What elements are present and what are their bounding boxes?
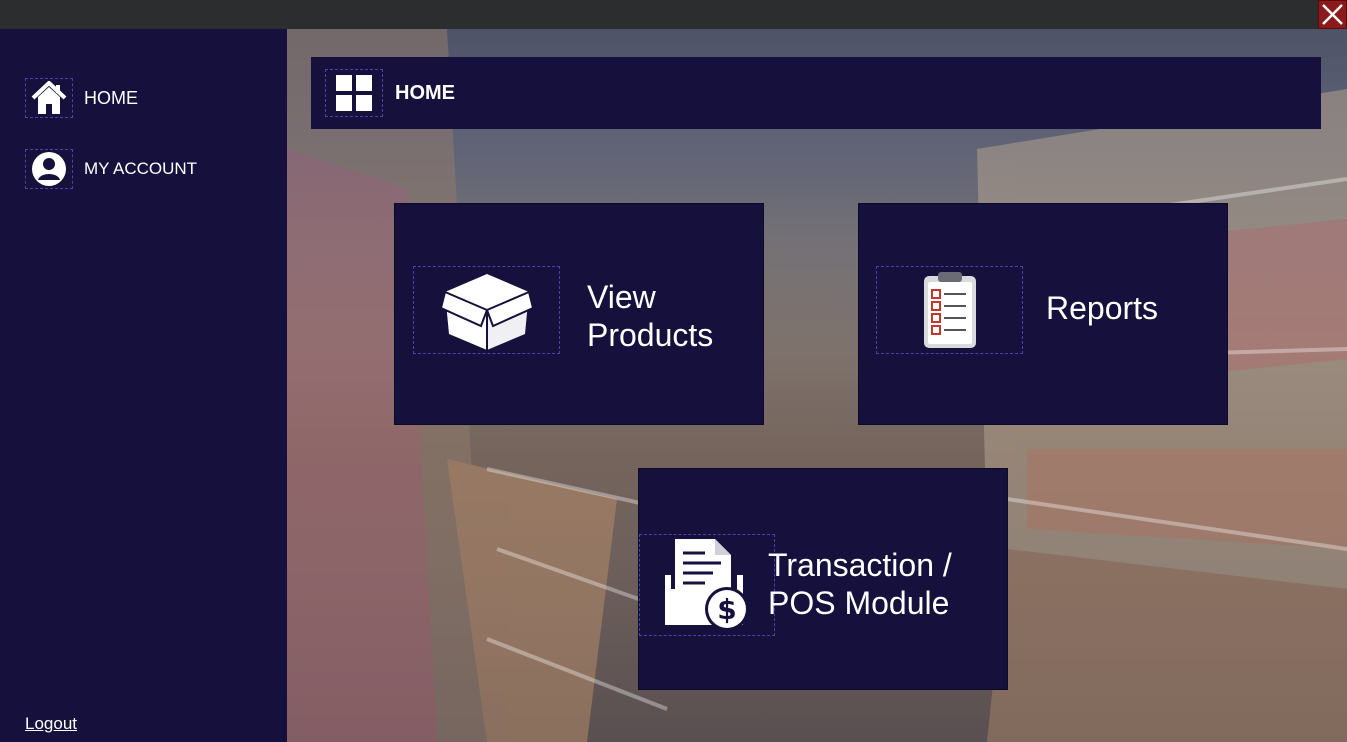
tile-label-line: View <box>587 279 656 315</box>
page-title: HOME <box>395 81 455 104</box>
logout-link[interactable]: Logout <box>25 714 77 734</box>
close-icon <box>1322 4 1343 25</box>
transaction-pos-tile[interactable]: $ Transaction / POS Module <box>638 468 1008 690</box>
view-products-label: View Products <box>587 278 713 354</box>
page-header: HOME <box>311 57 1321 129</box>
transaction-pos-label: Transaction / POS Module <box>768 546 952 622</box>
reports-label: Reports <box>1046 290 1159 326</box>
box-icon <box>413 266 560 354</box>
sidebar-item-my-account[interactable]: MY ACCOUNT <box>25 149 197 189</box>
sidebar-item-home[interactable]: HOME <box>25 78 138 118</box>
window-titlebar <box>0 0 1347 29</box>
clipboard-icon <box>876 266 1023 354</box>
reports-tile[interactable]: Reports <box>858 203 1228 425</box>
tile-label-line: Products <box>587 317 714 353</box>
home-icon <box>25 78 73 118</box>
grid-icon <box>325 69 383 117</box>
sidebar-item-label: HOME <box>84 87 138 108</box>
tile-label-line: POS Module <box>768 585 950 621</box>
view-products-tile[interactable]: View Products <box>394 203 764 425</box>
main-content: HOME View Products Reports $ Transaction… <box>287 29 1347 742</box>
tile-label-line: Transaction / <box>768 547 952 583</box>
sidebar-item-label: MY ACCOUNT <box>84 159 198 178</box>
sidebar: HOME MY ACCOUNT Logout <box>0 29 287 742</box>
invoice-dollar-icon: $ <box>639 534 775 636</box>
user-icon <box>25 149 73 189</box>
close-button[interactable] <box>1318 0 1347 29</box>
svg-text:$: $ <box>717 593 736 626</box>
